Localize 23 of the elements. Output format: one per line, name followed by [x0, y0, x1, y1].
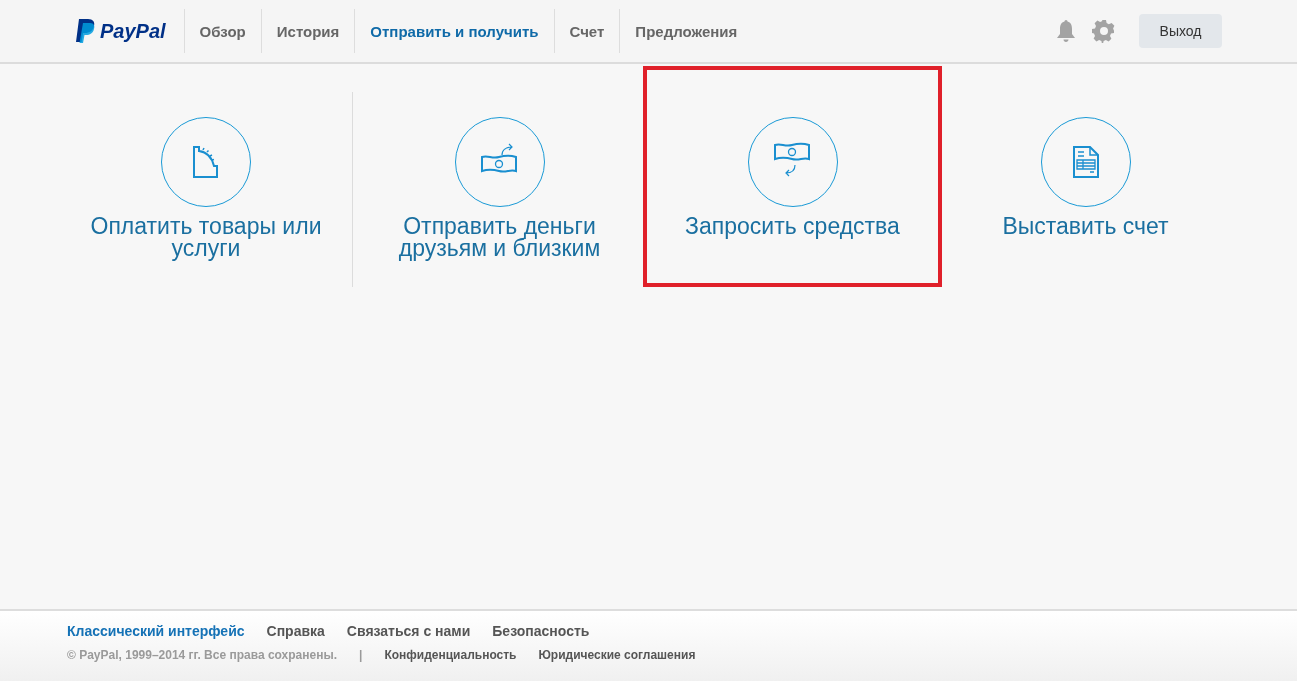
action-link[interactable]: Отправить деньги друзьям и близким	[364, 215, 635, 259]
bell-icon[interactable]	[1055, 19, 1077, 43]
footer-link[interactable]: Классический интерфейс	[67, 623, 245, 639]
action-link[interactable]: Запросить средства	[657, 215, 928, 237]
action-link[interactable]: Оплатить товары или услуги	[71, 215, 341, 259]
legal-link[interactable]: Конфиденциальность	[384, 648, 517, 662]
settings-icon[interactable]	[1092, 19, 1116, 43]
nav-tab[interactable]: Обзор	[184, 9, 262, 53]
action-link[interactable]: Выставить счет	[950, 215, 1221, 237]
footer-link[interactable]: Связаться с нами	[346, 623, 471, 639]
nav-tab[interactable]: Счет	[554, 9, 621, 53]
logout-button[interactable]: Выход	[1139, 14, 1222, 48]
legal-link[interactable]: Юридические соглашения	[538, 648, 696, 662]
paypal-logo-text: PayPal	[100, 19, 166, 43]
nav-tab[interactable]: История	[261, 9, 356, 53]
footer-link[interactable]: Безопасность	[492, 623, 590, 639]
separator-text: |	[359, 648, 363, 662]
footer-link[interactable]: Справка	[266, 623, 325, 639]
nav-tab[interactable]: Предложения	[620, 9, 753, 53]
paypal-logo-icon	[75, 18, 97, 44]
copyright-text: © PayPal, 1999–2014 гг. Все права сохранены.	[67, 648, 338, 662]
document-icon	[1071, 146, 1100, 178]
nav-tab[interactable]: Отправить и получить	[355, 9, 555, 53]
